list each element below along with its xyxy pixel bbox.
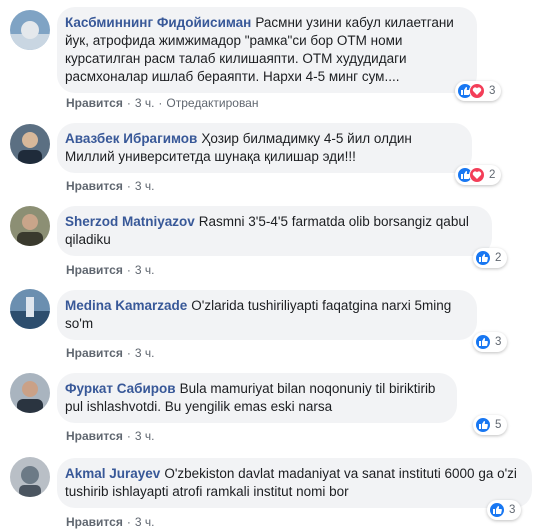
reaction-summary[interactable]: 3 [487,500,522,520]
comment-time[interactable]: 3 ч. [135,263,155,277]
like-button[interactable]: Нравится [66,96,123,110]
comment-bubble: Фуркат Сабиров Bula mamuriyat bilan noqon… [57,373,457,423]
comment-actions: Нравится · 3 ч. · Отредактирован [66,96,259,110]
avatar[interactable] [10,206,50,246]
like-icon [475,334,491,350]
reaction-summary[interactable]: 2 [455,165,502,185]
comment-bubble: Medina Kamarzade O'zlarida tushiriliyapti… [57,290,477,340]
comment-author[interactable]: Касбминнинг Фидойисиман [65,15,251,30]
comment-actions: Нравится · 3 ч. [66,346,155,360]
comment-author[interactable]: Авазбек Ибрагимов [65,131,197,146]
like-icon [475,417,491,433]
comment-actions: Нравится · 3 ч. [66,263,155,277]
comment-author[interactable]: Sherzod Matniyazov [65,214,195,229]
comment-bubble: Касбминнинг Фидойисиман Расмни узини кабу… [57,7,477,93]
comment-time[interactable]: 3 ч. [135,96,155,110]
reaction-count: 3 [489,85,496,97]
avatar[interactable] [10,289,50,329]
love-icon [469,83,485,99]
like-icon [475,250,491,266]
reaction-summary[interactable]: 5 [473,415,508,435]
reaction-count: 3 [509,504,516,516]
reaction-count: 2 [495,252,502,264]
avatar[interactable] [10,10,50,50]
like-button[interactable]: Нравится [66,429,123,443]
comment-actions: Нравится · 3 ч. [66,179,155,193]
like-button[interactable]: Нравится [66,263,123,277]
love-icon [469,167,485,183]
like-button[interactable]: Нравится [66,179,123,193]
comment-bubble: Авазбек Ибрагимов Ҳозир билмадимку 4-5 йи… [57,123,472,173]
comment-actions: Нравится · 3 ч. [66,515,155,529]
comment-actions: Нравится · 3 ч. [66,429,155,443]
comment-author[interactable]: Akmal Jurayev [65,466,160,481]
edited-label[interactable]: Отредактирован [166,96,258,110]
reaction-summary[interactable]: 3 [455,81,502,101]
reaction-summary[interactable]: 2 [473,248,508,268]
reaction-count: 3 [495,336,502,348]
comment-author[interactable]: Medina Kamarzade [65,298,187,313]
comment-bubble: Akmal Jurayev O'zbekiston davlat madaniya… [57,458,532,508]
comment-author[interactable]: Фуркат Сабиров [65,381,176,396]
reaction-count: 2 [489,169,496,181]
comment-time[interactable]: 3 ч. [135,179,155,193]
like-icon [489,502,505,518]
comment-time[interactable]: 3 ч. [135,515,155,529]
like-button[interactable]: Нравится [66,515,123,529]
reaction-count: 5 [495,419,502,431]
comment-time[interactable]: 3 ч. [135,346,155,360]
comment-bubble: Sherzod Matniyazov Rasmni 3'5-4'5 farmatd… [57,206,492,256]
like-button[interactable]: Нравится [66,346,123,360]
avatar[interactable] [10,457,50,497]
reaction-summary[interactable]: 3 [473,332,508,352]
avatar[interactable] [10,124,50,164]
avatar[interactable] [10,373,50,413]
comment-time[interactable]: 3 ч. [135,429,155,443]
